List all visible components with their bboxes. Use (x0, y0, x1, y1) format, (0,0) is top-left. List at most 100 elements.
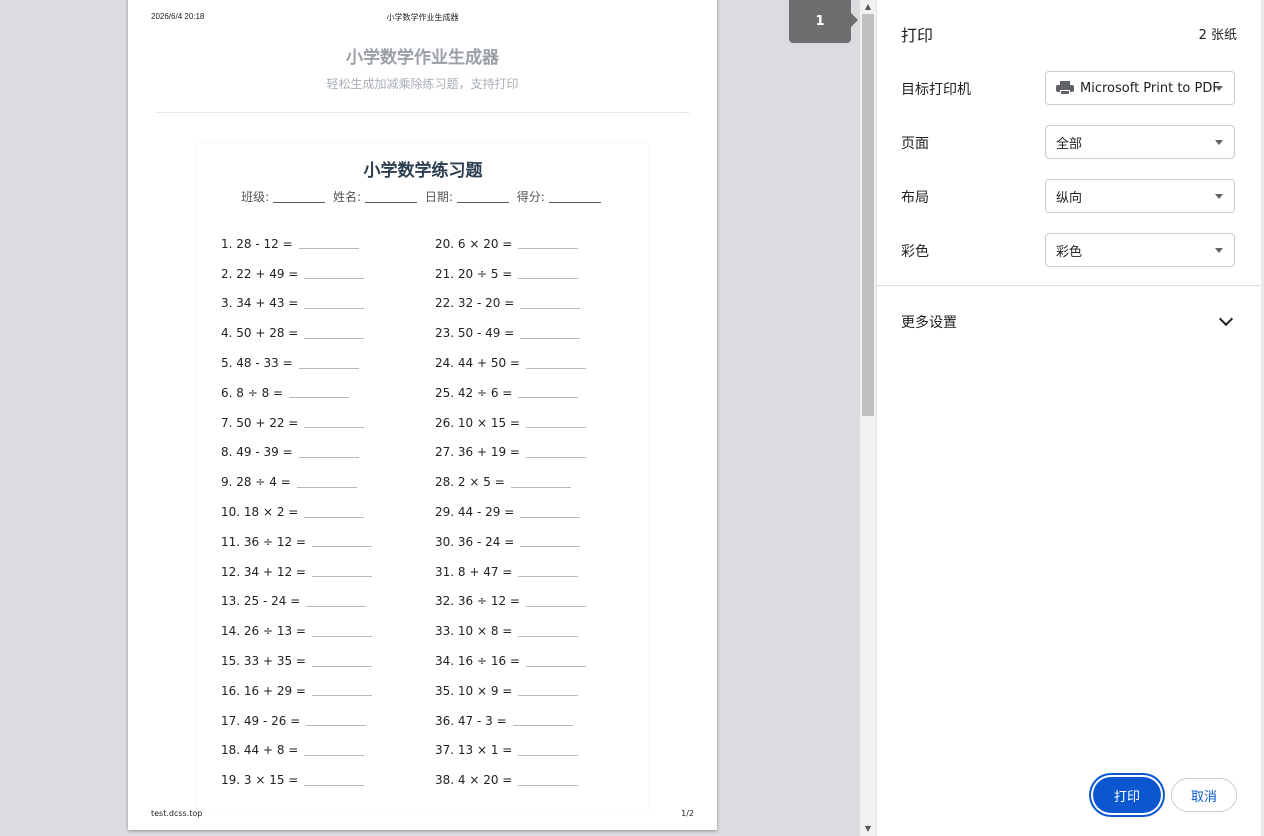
panel-title: 打印 (901, 26, 934, 45)
question-item: 13. 25 - 24 = (221, 587, 372, 617)
question-item: 22. 32 - 20 = (435, 289, 586, 319)
answer-blank (312, 656, 372, 667)
answer-blank (518, 238, 579, 250)
question-text: 1. 28 - 12 = (221, 236, 293, 251)
answer-blank (289, 387, 350, 399)
answer-blank (312, 626, 372, 637)
name-label: 姓名: (333, 190, 362, 204)
answer-blank (306, 596, 367, 607)
answer-blank (304, 328, 365, 339)
question-column-left: 1. 28 - 12 = 2. 22 + 49 = 3. 34 + 43 = 4. 5… (221, 229, 372, 795)
answer-blank (520, 507, 581, 518)
date-label: 日期: (424, 190, 453, 204)
question-item: 11. 36 ÷ 12 = (221, 527, 372, 557)
question-item: 3. 34 + 43 = (221, 289, 372, 319)
dropdown-caret-icon (1215, 248, 1223, 253)
question-text: 36. 47 - 3 = (435, 713, 507, 728)
destination-select[interactable]: Microsoft Print to PDF (1045, 71, 1235, 105)
question-text: 5. 48 - 33 = (221, 356, 293, 371)
cancel-button[interactable]: 取消 (1171, 778, 1237, 812)
question-text: 30. 36 - 24 = (435, 534, 515, 549)
pages-label: 页面 (901, 136, 929, 152)
answer-blank (526, 447, 586, 458)
scroll-up-arrow-icon[interactable]: ▲ (860, 0, 876, 14)
answer-blank (520, 298, 581, 309)
question-text: 25. 42 ÷ 6 = (435, 385, 513, 400)
question-text: 32. 36 ÷ 12 = (435, 594, 520, 609)
preview-scrollbar[interactable]: ▲ ▼ (860, 0, 876, 836)
question-text: 10. 18 × 2 = (221, 505, 299, 520)
question-item: 31. 8 + 47 = (435, 557, 586, 587)
question-text: 29. 44 - 29 = (435, 505, 515, 520)
printer-icon (1056, 81, 1074, 95)
color-select[interactable]: 彩色 (1045, 233, 1235, 267)
answer-blank (304, 775, 365, 786)
question-item: 38. 4 × 20 = (435, 765, 586, 795)
pages-select[interactable]: 全部 (1045, 125, 1235, 159)
scroll-down-arrow-icon[interactable]: ▼ (860, 822, 876, 836)
print-preview-area: 2026/6/4 20:18 小学数学作业生成器 小学数学作业生成器 轻松生成加… (0, 0, 860, 836)
question-text: 14. 26 ÷ 13 = (221, 624, 306, 639)
scrollbar-thumb[interactable] (862, 14, 874, 416)
site-subtitle: 轻松生成加减乘除练习题，支持打印 (326, 77, 519, 91)
chevron-down-icon[interactable] (1218, 311, 1234, 327)
question-text: 27. 36 + 19 = (435, 445, 520, 460)
dropdown-caret-icon (1215, 140, 1223, 145)
print-settings-panel: 打印 2 张纸 目标打印机 Microsoft Print to PDF 页面 … (877, 0, 1261, 836)
question-item: 15. 33 + 35 = (221, 646, 372, 676)
question-item: 27. 36 + 19 = (435, 438, 586, 468)
question-text: 26. 10 × 15 = (435, 415, 520, 430)
page-indicator: 1 (789, 0, 858, 43)
question-item: 26. 10 × 15 = (435, 408, 586, 438)
header-divider (156, 112, 689, 113)
question-text: 28. 2 × 5 = (435, 475, 505, 490)
question-item: 16. 16 + 29 = (221, 676, 372, 706)
answer-blank (512, 715, 573, 727)
question-item: 6. 8 ÷ 8 = (221, 378, 372, 408)
question-item: 23. 50 - 49 = (435, 318, 586, 348)
answer-blank (312, 566, 372, 578)
question-item: 14. 26 ÷ 13 = (221, 616, 372, 646)
question-text: 7. 50 + 22 = (221, 415, 299, 430)
color-label: 彩色 (901, 244, 929, 260)
question-item: 7. 50 + 22 = (221, 408, 372, 438)
name-blank (365, 202, 418, 203)
question-text: 38. 4 × 20 = (435, 773, 513, 788)
answer-blank (298, 358, 359, 369)
question-item: 2. 22 + 49 = (221, 259, 372, 289)
question-item: 20. 6 × 20 = (435, 229, 586, 259)
print-button[interactable]: 打印 (1093, 777, 1161, 813)
layout-select[interactable]: 纵向 (1045, 179, 1235, 213)
answer-blank (520, 536, 581, 548)
question-text: 8. 49 - 39 = (221, 445, 293, 460)
question-item: 35. 10 × 9 = (435, 676, 586, 706)
panel-divider (877, 285, 1261, 286)
question-text: 2. 22 + 49 = (221, 266, 299, 281)
answer-blank (526, 358, 586, 369)
question-item: 36. 47 - 3 = (435, 706, 586, 736)
question-text: 24. 44 + 50 = (435, 356, 520, 371)
question-item: 25. 42 ÷ 6 = (435, 378, 586, 408)
answer-blank (304, 745, 365, 756)
color-value: 彩色 (1056, 244, 1083, 260)
question-item: 32. 36 ÷ 12 = (435, 587, 586, 617)
answer-blank (312, 685, 372, 697)
layout-label: 布局 (901, 190, 929, 206)
answer-blank (304, 417, 365, 429)
answer-blank (518, 626, 579, 637)
answer-blank (312, 536, 372, 548)
answer-blank (520, 328, 581, 339)
question-text: 12. 34 + 12 = (221, 564, 306, 579)
score-blank (548, 202, 601, 203)
worksheet-info-row: 班级: 姓名: 日期: 得分: (198, 188, 648, 205)
answer-blank (518, 775, 579, 786)
answer-blank (526, 656, 586, 667)
answer-blank (510, 477, 571, 488)
question-text: 9. 28 ÷ 4 = (221, 475, 291, 490)
question-item: 5. 48 - 33 = (221, 348, 372, 378)
question-item: 9. 28 ÷ 4 = (221, 467, 372, 497)
question-text: 35. 10 × 9 = (435, 683, 513, 698)
question-text: 33. 10 × 8 = (435, 624, 513, 639)
more-settings-toggle[interactable]: 更多设置 (901, 312, 957, 332)
worksheet-card: 小学数学练习题 班级: 姓名: 日期: 得分: 1. 28 - 12 = 2. 2… (198, 144, 648, 812)
